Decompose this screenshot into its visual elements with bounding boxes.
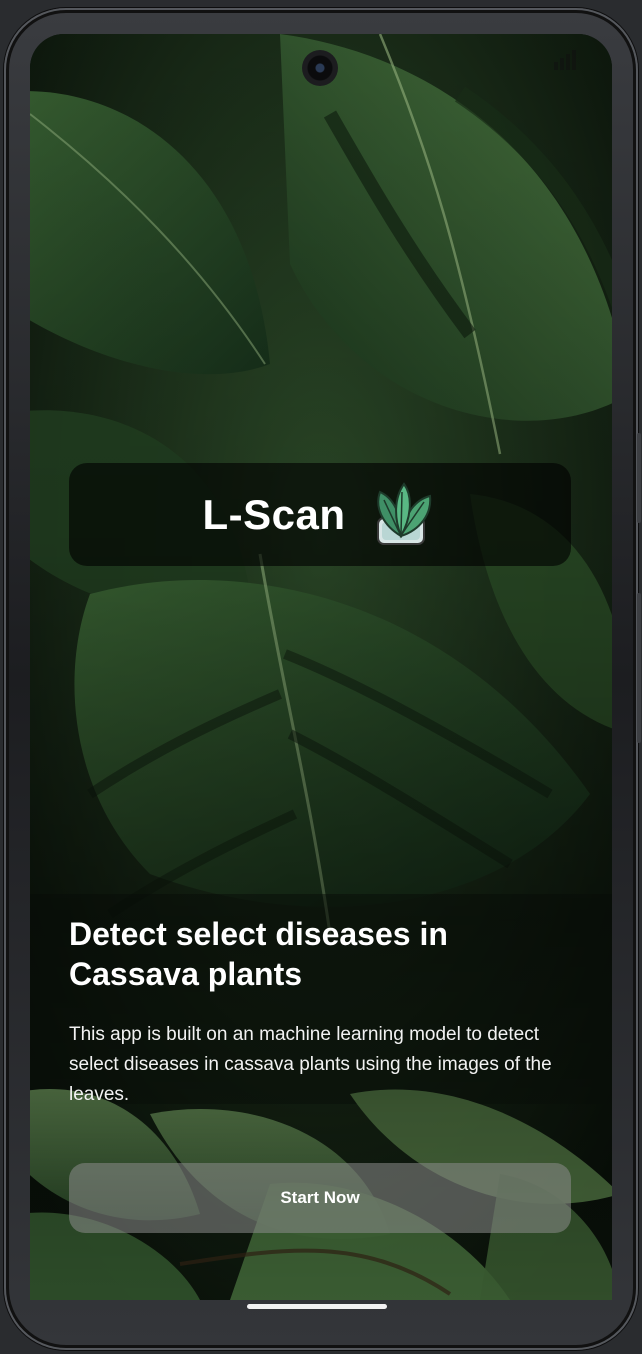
leaf-plant-icon: [376, 481, 431, 545]
front-camera: [302, 50, 338, 86]
signal-icon: [554, 50, 576, 70]
app-screen: L-Scan Detect select diseases in Cassava…: [30, 34, 612, 1300]
hero-headline: Detect select diseases in Cassava plants: [69, 916, 448, 992]
app-title: L-Scan: [202, 490, 346, 538]
volume-button: [637, 593, 641, 743]
app-title-card: L-Scan: [69, 463, 571, 566]
power-button: [637, 433, 641, 523]
hero-description: This app is built on an machine learning…: [69, 1024, 552, 1105]
home-indicator[interactable]: [247, 1304, 387, 1309]
start-now-button[interactable]: Start Now: [69, 1163, 571, 1233]
background-shade: [30, 34, 612, 1300]
